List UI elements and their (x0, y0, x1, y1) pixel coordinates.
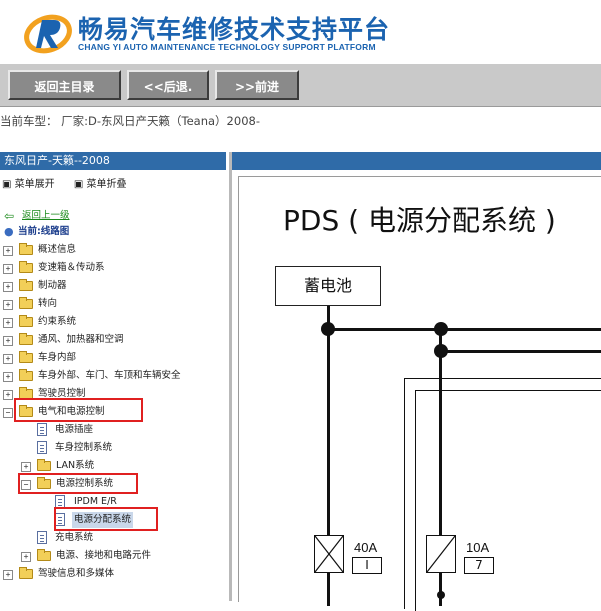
folder-icon (37, 459, 51, 471)
brand-subtitle: CHANG YI AUTO MAINTENANCE TECHNOLOGY SUP… (78, 42, 376, 52)
tree-label: 转向 (38, 298, 58, 309)
folder-icon (19, 279, 33, 291)
junction-node (434, 322, 448, 336)
expand-toggle-icon[interactable]: + (3, 390, 13, 400)
tree-folder-row[interactable]: + 车身内部 (0, 350, 228, 366)
expand-toggle-icon[interactable]: + (3, 246, 13, 256)
junction-node (321, 322, 335, 336)
tree-folder-row[interactable]: + LAN系统 (0, 458, 228, 474)
document-icon (37, 423, 47, 436)
tree-label: 驾驶信息和多媒体 (38, 568, 115, 579)
home-button[interactable]: 返回主目录 (8, 70, 121, 100)
fuse-number: I (352, 557, 382, 574)
collapse-label: 菜单折叠 (86, 179, 127, 190)
tree-folder-row[interactable]: + 车身外部、车门、车顶和车辆安全 (0, 368, 228, 384)
tree-label: 车身外部、车门、车顶和车辆安全 (38, 370, 181, 381)
tree-folder-row[interactable]: + 电源、接地和电路元件 (0, 548, 228, 564)
highlight-box (18, 473, 138, 494)
bus-wire (327, 328, 601, 331)
highlight-box (54, 507, 158, 531)
tree-label: 电源插座 (55, 424, 94, 435)
folder-icon (19, 243, 33, 255)
wiring-diagram: PDS ( 电源分配系统 ) 蓄电池 40A I 10A 7 (238, 176, 601, 611)
document-icon (37, 531, 47, 544)
current-model-bar: 当前车型： 厂家:D-东风日产天籁（Teana）2008- (0, 107, 601, 149)
tree-folder-row[interactable]: + 变速箱＆传动系 (0, 260, 228, 276)
expand-toggle-icon[interactable]: + (3, 570, 13, 580)
tree-label: 通风、加热器和空调 (38, 334, 124, 345)
back-button[interactable]: <<后退. (127, 70, 209, 100)
app-header: 畅易汽车维修技术支持平台 CHANG YI AUTO MAINTENANCE T… (0, 0, 601, 64)
folder-icon (19, 315, 33, 327)
folder-icon (19, 297, 33, 309)
brand-logo-icon (24, 14, 72, 54)
expand-toggle-icon[interactable]: + (3, 354, 13, 364)
tree-label: 概述信息 (38, 244, 77, 255)
collapse-toggle-icon[interactable]: − (3, 408, 13, 418)
folder-icon (19, 567, 33, 579)
back-arrow-icon: ⇦ (4, 209, 15, 223)
tree-doc-row[interactable]: 车身控制系统 (0, 440, 228, 456)
fuse-rating: 40A (354, 540, 378, 555)
junction-node (434, 344, 448, 358)
folder-icon (19, 333, 33, 345)
tree-label: 充电系统 (55, 532, 94, 543)
main-content: PDS ( 电源分配系统 ) 蓄电池 40A I 10A 7 (232, 152, 601, 611)
folder-icon (19, 261, 33, 273)
up-level-label: 返回上一级 (22, 210, 70, 221)
menu-controls: ▣ 菜单展开 ▣ 菜单折叠 (2, 175, 142, 190)
user-icon: ● (4, 225, 14, 238)
diagram-title: PDS ( 电源分配系统 ) (283, 204, 556, 237)
forward-button[interactable]: >>前进 (215, 70, 299, 100)
sidebar: 东风日产-天籁--2008 ▣ 菜单展开 ▣ 菜单折叠 ⇦ 返回上一级 ● 当前… (0, 152, 230, 601)
tree-label: LAN系统 (56, 460, 95, 471)
module-outline-inner (415, 390, 601, 611)
nav-bar: 返回主目录 <<后退. >>前进 (0, 64, 601, 107)
tree-label: 车身控制系统 (55, 442, 113, 453)
current-model-text: 当前车型： 厂家:D-东风日产天籁（Teana）2008- (0, 114, 260, 128)
expand-toggle-icon[interactable]: + (3, 300, 13, 310)
brand-title: 畅易汽车维修技术支持平台 (78, 15, 391, 44)
fuse-rating: 10A (466, 540, 490, 555)
battery-label: 蓄电池 (275, 266, 381, 306)
tree-doc-row[interactable]: 充电系统 (0, 530, 228, 546)
fuse-symbol (426, 535, 456, 573)
highlight-box (14, 398, 143, 422)
fuse-x-icon (315, 536, 343, 572)
tree-folder-row[interactable]: + 约束系统 (0, 314, 228, 330)
expand-toggle-icon[interactable]: + (3, 318, 13, 328)
sidebar-heading: 东风日产-天籁--2008 (0, 152, 226, 170)
collapse-menu-button[interactable]: ▣ 菜单折叠 (74, 179, 135, 190)
folder-icon (19, 369, 33, 381)
tree-folder-row[interactable]: + 驾驶信息和多媒体 (0, 566, 228, 582)
document-icon (37, 441, 47, 454)
tree-label: 变速箱＆传动系 (38, 262, 105, 273)
tree-label: 制动器 (38, 280, 67, 291)
content-header-bar (232, 152, 601, 170)
expand-toggle-icon[interactable]: + (21, 552, 31, 562)
expand-toggle-icon[interactable]: + (3, 372, 13, 382)
bus-wire-2 (439, 350, 601, 353)
fuse-number: 7 (464, 557, 494, 574)
tree-folder-row[interactable]: + 通风、加热器和空调 (0, 332, 228, 348)
expand-toggle-icon[interactable]: + (21, 462, 31, 472)
expand-toggle-icon[interactable]: + (3, 264, 13, 274)
expand-toggle-icon[interactable]: + (3, 282, 13, 292)
expand-label: 菜单展开 (14, 179, 55, 190)
fuse-symbol (314, 535, 344, 573)
tree-folder-row[interactable]: + 转向 (0, 296, 228, 312)
folder-icon (19, 351, 33, 363)
tree-doc-row[interactable]: 电源插座 (0, 422, 228, 438)
tree-label: 电源、接地和电路元件 (56, 550, 152, 561)
junction-node (437, 591, 445, 599)
tree-label: 约束系统 (38, 316, 77, 327)
tree-folder-row[interactable]: + 制动器 (0, 278, 228, 294)
expand-toggle-icon[interactable]: + (3, 336, 13, 346)
tree-label: 车身内部 (38, 352, 77, 363)
fuse-slash-icon (427, 536, 455, 572)
tree-folder-row[interactable]: + 概述信息 (0, 242, 228, 258)
expand-menu-button[interactable]: ▣ 菜单展开 (2, 179, 63, 190)
current-node-label: 当前:线路图 (18, 226, 70, 237)
folder-icon (37, 549, 51, 561)
